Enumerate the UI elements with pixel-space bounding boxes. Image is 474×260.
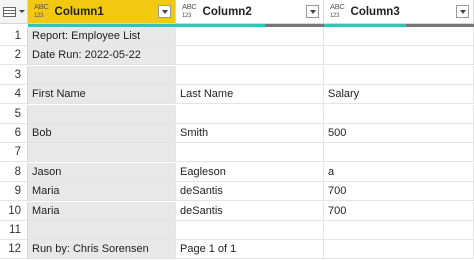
chevron-down-icon (309, 9, 316, 14)
text-type-icon[interactable]: ABC 123 (330, 3, 345, 20)
column-header-label: Column3 (350, 5, 400, 18)
row-number[interactable]: 6 (0, 124, 28, 143)
table-cell[interactable] (28, 66, 176, 85)
column-filter-button[interactable] (158, 5, 171, 18)
text-type-icon[interactable]: ABC 123 (34, 3, 49, 20)
row-number[interactable]: 7 (0, 143, 28, 162)
text-type-icon[interactable]: ABC 123 (182, 3, 197, 20)
chevron-down-icon (459, 9, 466, 14)
table-cell[interactable] (324, 46, 474, 65)
table-cell[interactable]: Report: Employee List (28, 27, 176, 46)
row-number[interactable]: 3 (0, 66, 28, 85)
table-icon (2, 6, 16, 17)
table-menu-button[interactable] (0, 0, 28, 24)
row-number[interactable]: 1 (0, 27, 28, 46)
column-header-2[interactable]: ABC 123 Column2 (176, 0, 324, 24)
table-cell[interactable]: Smith (176, 124, 324, 143)
table-cell[interactable] (324, 143, 474, 162)
column-header-1[interactable]: ABC 123 Column1 (28, 0, 176, 24)
table-cell[interactable] (324, 105, 474, 124)
row-number[interactable]: 8 (0, 163, 28, 182)
table-cell[interactable]: deSantis (176, 182, 324, 201)
table-cell[interactable] (324, 27, 474, 46)
table-cell[interactable]: Salary (324, 85, 474, 104)
column-header-label: Column1 (54, 5, 104, 18)
table-cell[interactable]: Bob (28, 124, 176, 143)
row-number[interactable]: 9 (0, 182, 28, 201)
table-cell[interactable]: 700 (324, 202, 474, 221)
table-cell[interactable] (28, 105, 176, 124)
table-cell[interactable] (324, 221, 474, 240)
chevron-down-icon (161, 9, 168, 14)
column-header-label: Column2 (202, 5, 252, 18)
table-cell[interactable] (324, 240, 474, 259)
table-cell[interactable] (176, 105, 324, 124)
table-cell[interactable]: Eagleson (176, 163, 324, 182)
table-cell[interactable]: deSantis (176, 202, 324, 221)
table-cell[interactable]: Date Run: 2022-05-22 (28, 46, 176, 65)
table-cell[interactable] (176, 27, 324, 46)
table-cell[interactable] (176, 66, 324, 85)
row-number[interactable]: 10 (0, 202, 28, 221)
column-filter-button[interactable] (456, 5, 469, 18)
row-number[interactable]: 5 (0, 105, 28, 124)
table-cell[interactable]: a (324, 163, 474, 182)
table-cell[interactable] (324, 66, 474, 85)
table-cell[interactable]: 700 (324, 182, 474, 201)
table-cell[interactable] (28, 143, 176, 162)
chevron-down-icon (18, 10, 25, 13)
row-number[interactable]: 2 (0, 46, 28, 65)
row-number[interactable]: 4 (0, 85, 28, 104)
table-cell[interactable] (28, 221, 176, 240)
row-number[interactable]: 12 (0, 240, 28, 259)
row-number[interactable]: 11 (0, 221, 28, 240)
table-cell[interactable] (176, 143, 324, 162)
table-cell[interactable]: Maria (28, 182, 176, 201)
table-cell[interactable] (176, 46, 324, 65)
column-filter-button[interactable] (306, 5, 319, 18)
table-cell[interactable]: Run by: Chris Sorensen (28, 240, 176, 259)
table-cell[interactable]: Last Name (176, 85, 324, 104)
data-grid: ABC 123 Column1 ABC 123 Column2 ABC 123 Col… (0, 0, 474, 260)
column-header-3[interactable]: ABC 123 Column3 (324, 0, 474, 24)
table-cell[interactable]: Jason (28, 163, 176, 182)
table-cell[interactable]: Maria (28, 202, 176, 221)
table-cell[interactable] (176, 221, 324, 240)
table-cell[interactable]: First Name (28, 85, 176, 104)
table-cell[interactable]: Page 1 of 1 (176, 240, 324, 259)
table-cell[interactable]: 500 (324, 124, 474, 143)
